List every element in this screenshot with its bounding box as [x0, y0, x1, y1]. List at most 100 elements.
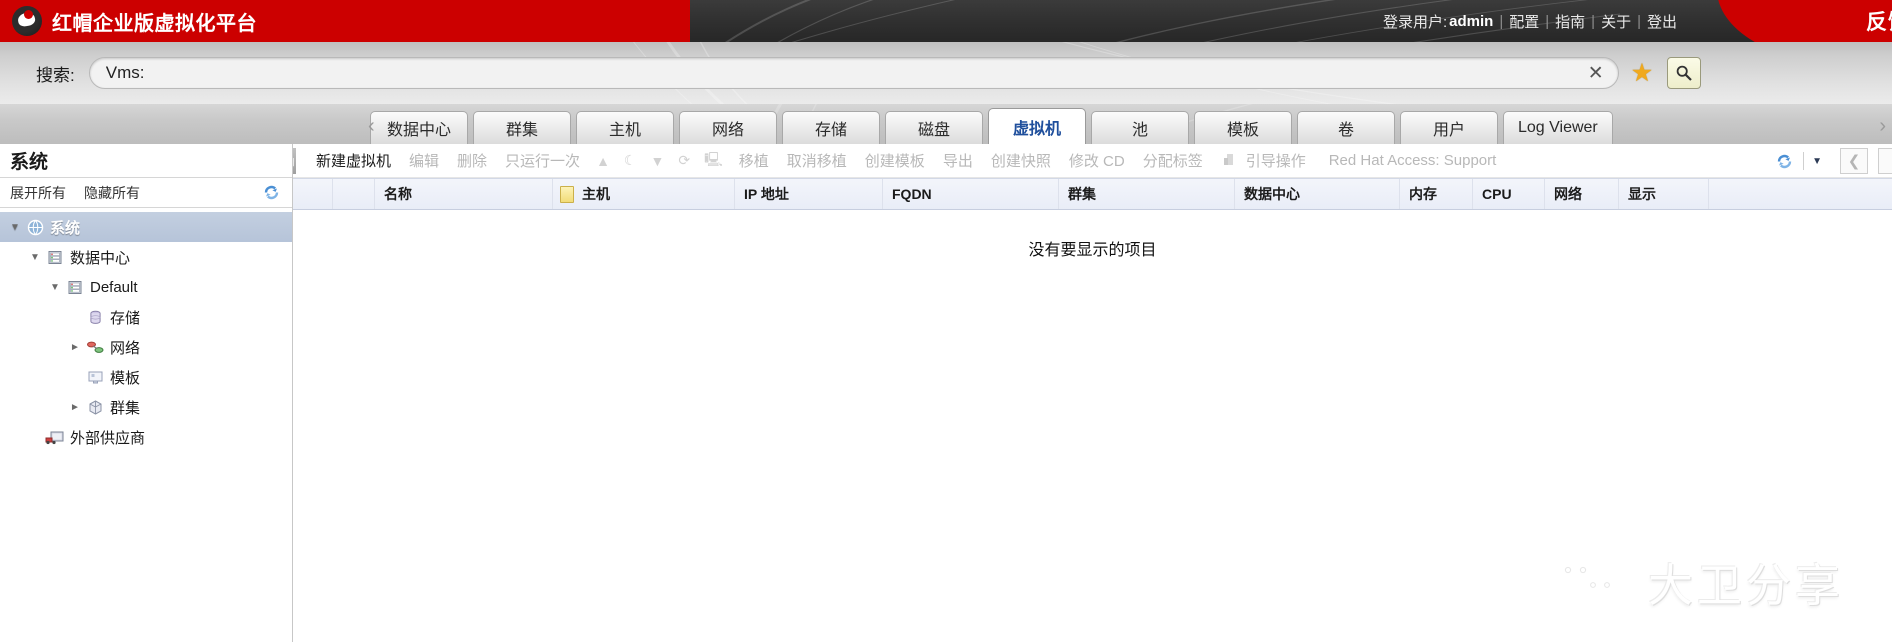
- tab-label: 网络: [711, 122, 744, 139]
- suspend-moon-icon[interactable]: ☾: [617, 152, 644, 169]
- chevron-right-icon[interactable]: ►: [66, 402, 84, 413]
- expand-all-link[interactable]: 展开所有: [10, 183, 66, 203]
- edit-button[interactable]: 编辑: [400, 150, 448, 171]
- delete-button[interactable]: 删除: [448, 150, 496, 171]
- grid-refresh-button[interactable]: [1766, 153, 1803, 170]
- grid-column-header-8[interactable]: 内存: [1400, 179, 1473, 209]
- feedback-label[interactable]: 反馈: [1866, 6, 1892, 36]
- chevron-down-icon[interactable]: ▼: [46, 282, 64, 293]
- cancel-migrate-button[interactable]: 取消移植: [778, 150, 856, 171]
- grid-column-header-6[interactable]: 群集: [1059, 179, 1235, 209]
- tab-7[interactable]: 池: [1091, 111, 1189, 144]
- grid-column-header-7[interactable]: 数据中心: [1235, 179, 1400, 209]
- grid-column-label: 群集: [1068, 186, 1096, 202]
- tab-1[interactable]: 群集: [473, 111, 571, 144]
- user-name: admin: [1449, 12, 1494, 30]
- grid-column-header-5[interactable]: FQDN: [883, 179, 1059, 209]
- chevron-down-icon[interactable]: ▼: [26, 252, 44, 263]
- grid-column-header-0[interactable]: [293, 179, 333, 209]
- header-link-config[interactable]: 配置: [1509, 11, 1539, 32]
- tree-item-5[interactable]: 模板: [0, 362, 292, 392]
- star-icon[interactable]: ★: [1631, 60, 1653, 86]
- export-button[interactable]: 导出: [934, 150, 982, 171]
- chevron-down-icon[interactable]: ▼: [6, 222, 24, 233]
- datacenter-icon: [64, 279, 86, 296]
- run-triangle-up-icon[interactable]: ▲: [589, 153, 617, 169]
- new-vm-button[interactable]: 新建虚拟机: [307, 150, 400, 171]
- tree-item-label: 群集: [110, 399, 141, 417]
- watermark-text: 大卫分享: [1647, 560, 1844, 611]
- provider-icon: [44, 429, 66, 446]
- collapse-all-link[interactable]: 隐藏所有: [84, 183, 140, 203]
- create-snapshot-button[interactable]: 创建快照: [982, 150, 1060, 171]
- tab-5[interactable]: 磁盘: [885, 111, 983, 144]
- tab-4[interactable]: 存储: [782, 111, 880, 144]
- tab-scroll-left-icon[interactable]: ‹: [368, 115, 375, 138]
- grid-column-header-10[interactable]: 网络: [1545, 179, 1619, 209]
- watermark: 大卫分享: [1542, 549, 1844, 614]
- grid-column-header-9[interactable]: CPU: [1473, 179, 1545, 209]
- chevron-down-icon[interactable]: ▼: [1804, 156, 1830, 167]
- reboot-circular-arrow-icon[interactable]: ⟳: [671, 152, 697, 169]
- console-monitor-icon[interactable]: 🖳: [697, 149, 730, 173]
- grid-column-label: 名称: [384, 186, 412, 202]
- grid-empty-message: 没有要显示的项目: [1028, 242, 1157, 259]
- app-header: 红帽企业版虚拟化平台 登录用户: admin | 配置 | 指南 | 关于 | …: [0, 0, 1892, 42]
- header-link-logout[interactable]: 登出: [1647, 11, 1677, 32]
- tree-item-2[interactable]: ▼ Default: [0, 272, 292, 302]
- close-icon[interactable]: ✕: [1582, 59, 1610, 87]
- tree-item-label: 系统: [50, 219, 81, 237]
- previous-page-button[interactable]: ❮: [1840, 148, 1868, 174]
- refresh-icon[interactable]: [263, 184, 280, 206]
- tab-0[interactable]: 数据中心: [370, 111, 468, 144]
- tree-item-7[interactable]: 外部供应商: [0, 422, 292, 452]
- divider: |: [1545, 12, 1550, 30]
- user-label: 登录用户:: [1382, 13, 1448, 31]
- chevron-right-icon[interactable]: ►: [66, 342, 84, 353]
- grid-column-label: 主机: [582, 186, 610, 202]
- change-cd-button[interactable]: 修改 CD: [1060, 150, 1134, 171]
- tab-2[interactable]: 主机: [576, 111, 674, 144]
- tab-label: 磁盘: [917, 122, 950, 139]
- tab-8[interactable]: 模板: [1194, 111, 1292, 144]
- guide-icon: [1212, 152, 1244, 170]
- grid-column-header-3[interactable]: 主机: [553, 179, 735, 209]
- tab-label: 模板: [1226, 122, 1259, 139]
- tree-item-6[interactable]: ► 群集: [0, 392, 292, 422]
- search-button[interactable]: [1667, 57, 1702, 89]
- next-page-button[interactable]: [1878, 148, 1892, 174]
- grid-column-header-4[interactable]: IP 地址: [735, 179, 883, 209]
- redhat-access-support-button[interactable]: Red Hat Access: Support: [1315, 152, 1506, 169]
- tab-10[interactable]: 用户: [1400, 111, 1498, 144]
- make-template-button[interactable]: 创建模板: [856, 150, 934, 171]
- guided-actions-button[interactable]: 引导操作: [1244, 150, 1315, 171]
- tab-11[interactable]: Log Viewer: [1503, 111, 1613, 144]
- run-once-button[interactable]: 只运行一次: [496, 150, 589, 171]
- storage-icon: [84, 309, 106, 326]
- tree-item-1[interactable]: ▼ 数据中心: [0, 242, 292, 272]
- assign-tags-button[interactable]: 分配标签: [1134, 150, 1212, 171]
- datacenter-icon: [44, 249, 66, 266]
- grid-column-header-1[interactable]: [333, 179, 375, 209]
- migrate-button[interactable]: 移植: [730, 150, 778, 171]
- grid-column-header-11[interactable]: 显示: [1619, 179, 1709, 209]
- search-box[interactable]: ✕: [88, 57, 1619, 89]
- tree-item-4[interactable]: ► 网络: [0, 332, 292, 362]
- tab-6[interactable]: 虚拟机: [988, 108, 1086, 144]
- tab-scroll-right-icon[interactable]: ›: [1879, 115, 1886, 138]
- header-link-guide[interactable]: 指南: [1555, 11, 1585, 32]
- tab-9[interactable]: 卷: [1297, 111, 1395, 144]
- tab-label: Log Viewer: [1518, 119, 1598, 136]
- sidebar-collapse-button[interactable]: ◀: [293, 148, 296, 174]
- shutdown-triangle-down-icon[interactable]: ▼: [643, 153, 671, 169]
- tab-3[interactable]: 网络: [679, 111, 777, 144]
- tree-item-0[interactable]: ▼ 系统: [0, 212, 292, 242]
- search-input[interactable]: [105, 59, 1582, 87]
- tree-item-3[interactable]: 存储: [0, 302, 292, 332]
- header-user-menu: 登录用户: admin | 配置 | 指南 | 关于 | 登出: [1383, 0, 1677, 42]
- header-link-about[interactable]: 关于: [1601, 11, 1631, 32]
- tree-item-label: 模板: [110, 369, 141, 387]
- grid-column-header-2[interactable]: 名称: [375, 179, 553, 209]
- tab-label: 卷: [1337, 122, 1354, 139]
- vm-toolbar: 新建虚拟机 编辑 删除 只运行一次 ▲ ☾ ▼ ⟳ 🖳 移植 取消移植 创建模板…: [293, 144, 1892, 178]
